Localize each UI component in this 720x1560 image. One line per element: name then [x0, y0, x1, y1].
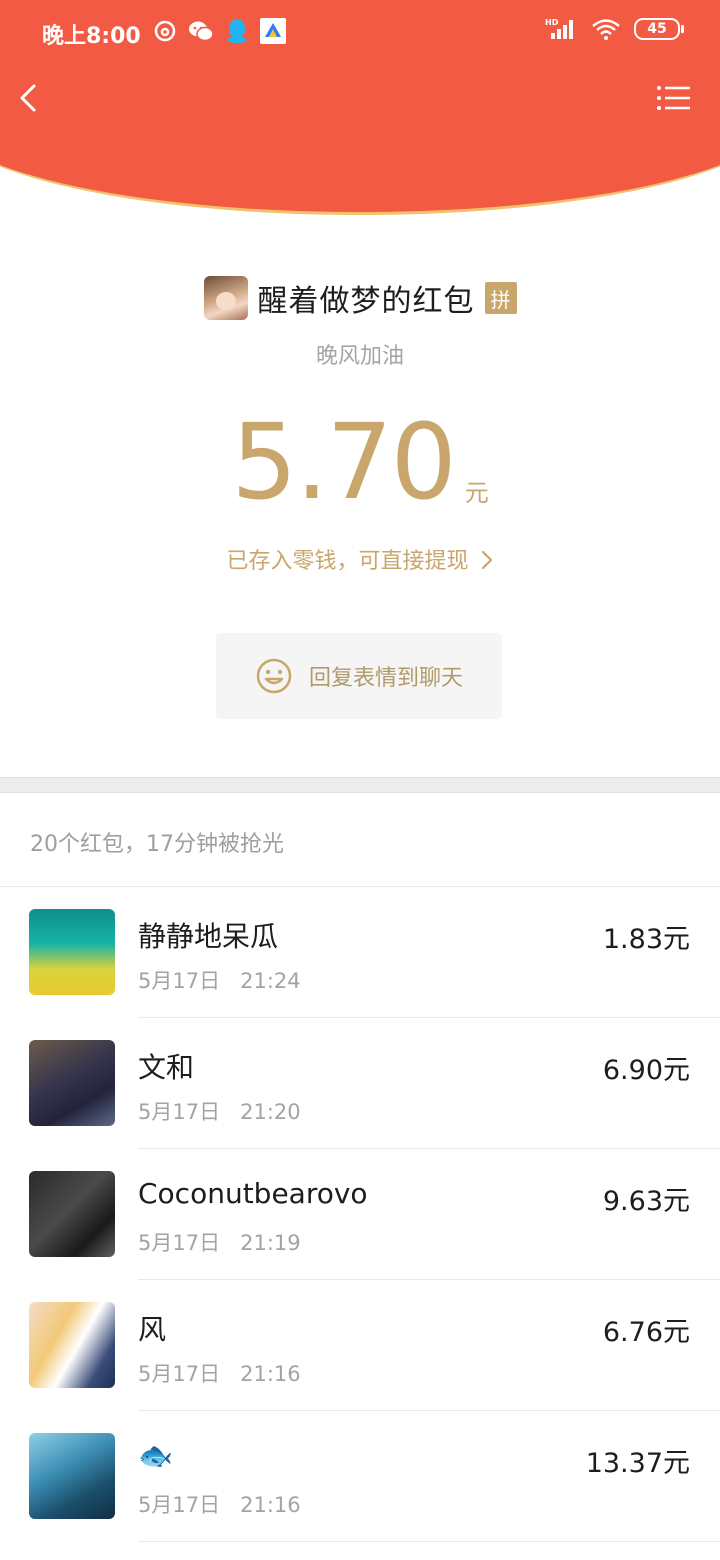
- chevron-left-icon: [20, 84, 36, 112]
- receive-amount: 13.37元: [585, 1448, 690, 1479]
- battery-icon: 45: [634, 18, 684, 40]
- avatar[interactable]: [29, 1040, 115, 1126]
- packet-greeting: 晚风加油: [315, 344, 404, 369]
- row-divider: [138, 1541, 720, 1542]
- status-bar: 晚上8:00 HD 45: [0, 0, 720, 68]
- battery-level: 45: [634, 18, 680, 40]
- sender-avatar[interactable]: [203, 276, 248, 320]
- receiver-name: 静静地呆瓜: [138, 920, 279, 953]
- receiver-name: 风: [138, 1313, 167, 1346]
- reply-sticker-label: 回复表情到聊天: [308, 666, 463, 691]
- qq-icon: [224, 18, 250, 44]
- back-button[interactable]: [12, 78, 52, 118]
- received-amount: 5.70 元: [0, 410, 720, 514]
- packet-title-row: 醒着做梦的红包 拼: [0, 274, 720, 322]
- chevron-right-icon: [481, 550, 492, 570]
- receive-time: 5月17日 21:24: [138, 969, 301, 993]
- receiver-name: 文和: [138, 1051, 195, 1084]
- svg-text:HD: HD: [545, 18, 559, 27]
- receive-time: 5月17日 21:20: [138, 1100, 301, 1124]
- app-notification-icon: [260, 18, 286, 44]
- stored-to-balance-link[interactable]: 已存入零钱，可直接提现: [0, 543, 720, 575]
- avatar[interactable]: [29, 1171, 115, 1257]
- receive-amount: 6.90元: [602, 1055, 690, 1086]
- notification-icons: [152, 18, 286, 44]
- list-item[interactable]: 风 5月17日 21:16 6.76元: [0, 1280, 720, 1411]
- list-item[interactable]: 文和 5月17日 21:20 6.90元: [0, 1018, 720, 1149]
- receive-time: 5月17日 21:16: [138, 1493, 301, 1517]
- receive-time: 5月17日 21:19: [138, 1231, 301, 1255]
- list-item[interactable]: Coconutbearovo 5月17日 21:19 9.63元: [0, 1149, 720, 1280]
- signal-icon: HD: [544, 16, 578, 42]
- receiver-name: 🐟: [138, 1439, 173, 1472]
- packet-title: 醒着做梦的红包: [257, 284, 475, 319]
- battery-tip: [681, 25, 684, 33]
- avatar[interactable]: [29, 909, 115, 995]
- list-item[interactable]: 静静地呆瓜 5月17日 21:24 1.83元: [0, 887, 720, 1018]
- receiver-list: 静静地呆瓜 5月17日 21:24 1.83元 文和 5月17日 21:20 6…: [0, 887, 720, 1542]
- system-status-icons: HD 45: [544, 16, 684, 42]
- netease-music-icon: [152, 18, 178, 44]
- status-time: 晚上8:00: [42, 24, 141, 49]
- wechat-icon: [188, 18, 214, 44]
- receive-amount: 1.83元: [602, 924, 690, 955]
- reply-sticker-button[interactable]: 回复表情到聊天: [216, 633, 502, 719]
- group-packet-badge: 拼: [484, 282, 517, 314]
- list-menu-icon: [657, 86, 690, 110]
- avatar[interactable]: [29, 1302, 115, 1388]
- list-item[interactable]: 🐟 5月17日 21:16 13.37元: [0, 1411, 720, 1542]
- amount-unit: 元: [464, 479, 489, 507]
- section-divider: [0, 777, 720, 793]
- stored-text: 已存入零钱，可直接提现: [226, 549, 469, 574]
- receive-time: 5月17日 21:16: [138, 1362, 301, 1386]
- red-packet-detail-page: 晚上8:00 HD 45 醒着做梦的红包 拼 晚风加油 5.70 元 已存入零钱…: [0, 0, 720, 1560]
- receive-amount: 9.63元: [602, 1186, 690, 1217]
- claim-summary: 20个红包，17分钟被抢光: [30, 832, 284, 857]
- avatar[interactable]: [29, 1433, 115, 1519]
- menu-button[interactable]: [654, 78, 694, 118]
- amount-value: 5.70: [231, 401, 457, 523]
- receive-amount: 6.76元: [602, 1317, 690, 1348]
- receiver-name: Coconutbearovo: [138, 1177, 368, 1210]
- wifi-icon: [590, 16, 622, 42]
- smiley-icon: [256, 658, 292, 694]
